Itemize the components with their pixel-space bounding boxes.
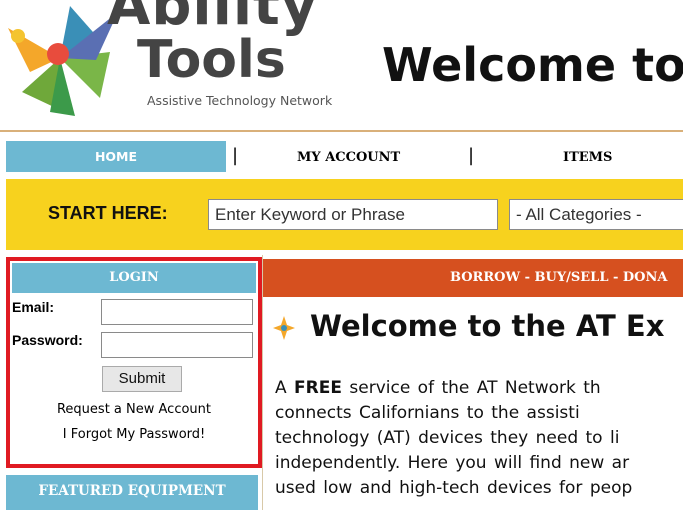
- email-label: Email:: [12, 299, 55, 315]
- paragraph-line: connects Californians to the assisti: [275, 403, 580, 423]
- services-banner-text[interactable]: BORROW - BUY/SELL - DONA: [450, 270, 667, 285]
- page-headline: Welcome to: [382, 38, 683, 92]
- nav-home[interactable]: HOME: [6, 141, 226, 172]
- paragraph-text: A: [275, 378, 295, 398]
- brand-subtitle: Assistive Technology Network: [147, 93, 333, 108]
- search-input[interactable]: Enter Keyword or Phrase: [208, 199, 498, 230]
- nav-my-account[interactable]: MY ACCOUNT: [297, 150, 400, 165]
- brand-name-line2: Tools: [137, 30, 286, 90]
- featured-equipment-heading[interactable]: FEATURED EQUIPMENT: [6, 475, 258, 510]
- category-select[interactable]: - All Categories -: [509, 199, 683, 230]
- paragraph-text: technology (AT) devices they need to li: [275, 428, 620, 448]
- paragraph-line: technology (AT) devices they need to li: [275, 428, 619, 448]
- forgot-password-link[interactable]: I Forgot My Password!: [12, 427, 256, 442]
- paragraph-text: connects Californians to the assisti: [275, 403, 580, 423]
- nav-items[interactable]: ITEMS: [563, 150, 612, 165]
- ability-tools-logo[interactable]: Ability Tools Assistive Technology Netwo…: [0, 0, 360, 118]
- request-account-link[interactable]: Request a New Account: [12, 402, 256, 417]
- email-field[interactable]: [101, 299, 253, 325]
- paragraph-emphasis: FREE: [294, 378, 342, 398]
- header-divider: [0, 130, 683, 132]
- main-title: Welcome to the AT Ex: [310, 309, 665, 343]
- paragraph-text: service of the AT Network th: [341, 378, 601, 398]
- password-field[interactable]: [101, 332, 253, 358]
- nav-separator: |: [468, 145, 475, 166]
- paragraph-line: used low and high-tech devices for peop: [275, 478, 632, 498]
- password-label: Password:: [12, 332, 83, 348]
- sparkle-icon: [273, 316, 295, 340]
- paragraph-line: A FREE service of the AT Network th: [275, 378, 601, 398]
- brand-name-line1: Ability: [107, 0, 319, 38]
- paragraph-text: used low and high-tech devices for peop: [275, 478, 633, 498]
- nav-separator: |: [232, 145, 239, 166]
- paragraph-text: independently. Here you will find new ar: [275, 453, 630, 473]
- login-heading: LOGIN: [12, 263, 256, 293]
- paragraph-line: independently. Here you will find new ar: [275, 453, 629, 473]
- start-here-label: START HERE:: [48, 203, 168, 223]
- submit-button[interactable]: Submit: [102, 366, 182, 392]
